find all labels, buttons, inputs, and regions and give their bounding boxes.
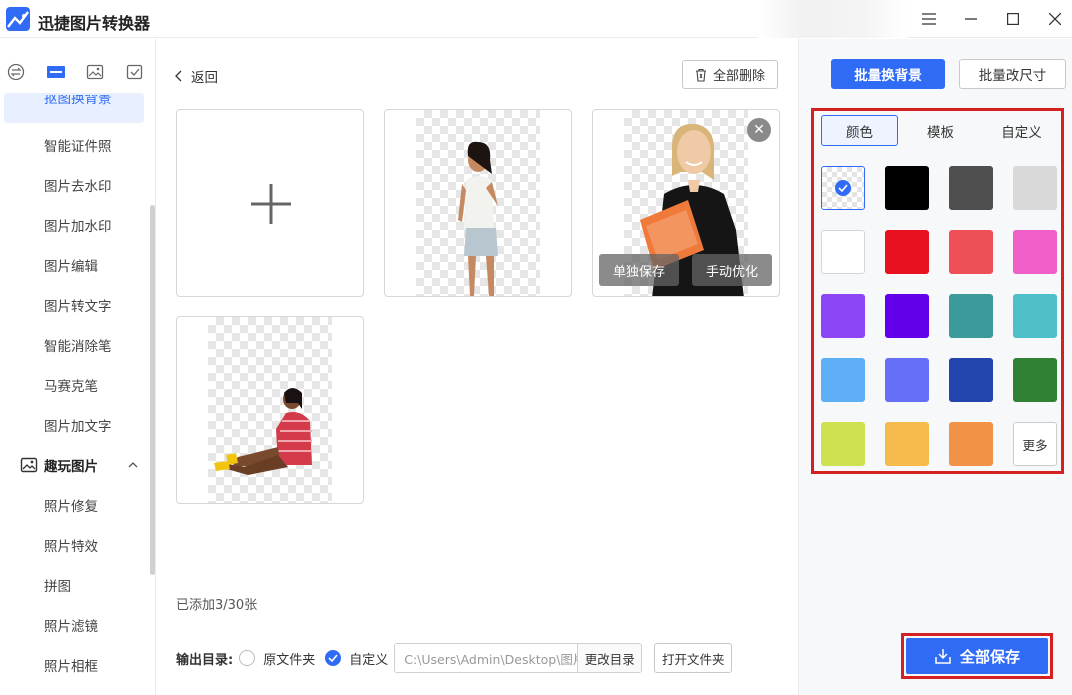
tab-template[interactable]: 模板 bbox=[902, 115, 979, 146]
manual-optimize-button[interactable]: 手动优化 bbox=[692, 254, 772, 286]
swatch-white[interactable] bbox=[821, 230, 865, 274]
swatch-sky-blue[interactable] bbox=[821, 358, 865, 402]
image-card-selected[interactable]: ✕ 单独保存 手动优化 bbox=[592, 109, 780, 297]
image-count: 已添加3/30张 bbox=[176, 598, 258, 613]
radio-original-folder[interactable] bbox=[239, 650, 256, 666]
sidebar-item-photo-repair[interactable]: 照片修复 bbox=[44, 495, 98, 515]
add-image-card[interactable] bbox=[176, 109, 364, 297]
selected-check-icon bbox=[835, 180, 851, 196]
swatch-violet[interactable] bbox=[885, 294, 929, 338]
sidebar-item-bg-change[interactable]: 抠图换背景 bbox=[44, 95, 112, 107]
batch-background-button[interactable]: 批量换背景 bbox=[831, 59, 945, 89]
swatch-navy[interactable] bbox=[949, 358, 993, 402]
swatch-red[interactable] bbox=[885, 230, 929, 274]
sidebar-item-filters[interactable]: 照片滤镜 bbox=[44, 615, 98, 635]
woman-standing-image bbox=[458, 141, 498, 296]
chevron-left-icon bbox=[175, 70, 182, 82]
custom-folder-label: 自定义 bbox=[349, 652, 389, 668]
right-panel: 批量换背景 批量改尺寸 颜色 模板 自定义 更多 全部保存 bbox=[798, 39, 1072, 695]
swatch-lime[interactable] bbox=[821, 422, 865, 466]
swatch-teal[interactable] bbox=[949, 294, 993, 338]
check-square-icon[interactable] bbox=[124, 61, 146, 83]
change-directory-button[interactable]: 更改目录 bbox=[577, 644, 642, 672]
save-all-highlight: 全部保存 bbox=[901, 633, 1053, 679]
menu-icon[interactable] bbox=[914, 4, 944, 34]
batch-resize-button[interactable]: 批量改尺寸 bbox=[959, 59, 1066, 89]
sidebar-scrollbar[interactable] bbox=[150, 205, 155, 575]
image-card[interactable] bbox=[176, 316, 364, 504]
sidebar-item-add-text[interactable]: 图片加文字 bbox=[44, 415, 112, 435]
app-title: 迅捷图片转换器 bbox=[38, 14, 151, 33]
radio-custom-folder[interactable] bbox=[325, 650, 342, 666]
output-path-input[interactable] bbox=[395, 644, 578, 672]
user-area bbox=[758, 0, 908, 38]
tab-custom[interactable]: 自定义 bbox=[983, 115, 1060, 146]
swatch-transparent[interactable] bbox=[821, 166, 865, 210]
tab-color[interactable]: 颜色 bbox=[821, 115, 898, 146]
image-card[interactable] bbox=[384, 109, 572, 297]
open-folder-button[interactable]: 打开文件夹 bbox=[654, 643, 733, 673]
delete-all-label: 全部删除 bbox=[712, 69, 765, 84]
sidebar-item-remove-watermark[interactable]: 图片去水印 bbox=[44, 175, 112, 195]
sidebar-item-eraser[interactable]: 智能消除笔 bbox=[44, 335, 112, 355]
background-color-panel: 颜色 模板 自定义 更多 bbox=[811, 108, 1064, 474]
app-logo-icon bbox=[6, 7, 30, 31]
sidebar-item-image-to-text[interactable]: 图片转文字 bbox=[44, 295, 112, 315]
swatch-periwinkle[interactable] bbox=[885, 358, 929, 402]
swatch-coral[interactable] bbox=[949, 230, 993, 274]
output-label: 输出目录: bbox=[176, 652, 234, 668]
sidebar-item-mosaic[interactable]: 马赛克笔 bbox=[44, 375, 98, 395]
remove-image-icon[interactable]: ✕ bbox=[747, 118, 771, 142]
check-icon bbox=[328, 654, 338, 662]
save-single-button[interactable]: 单独保存 bbox=[599, 254, 679, 286]
woman-sitting-image bbox=[214, 388, 312, 475]
swatch-pink[interactable] bbox=[1013, 230, 1057, 274]
chevron-up-icon bbox=[128, 462, 138, 468]
maximize-icon[interactable] bbox=[998, 4, 1028, 34]
original-folder-label: 原文件夹 bbox=[263, 652, 316, 668]
output-directory-row: 输出目录: 原文件夹 自定义 更改目录 打开文件夹 bbox=[176, 643, 816, 673]
minimize-icon[interactable] bbox=[956, 4, 986, 34]
output-path-box: 更改目录 bbox=[394, 643, 643, 673]
main-area: 返回 全部删除 ✕ 单独保存 手动优化 已添加3/30张 输出目录: 原文件夹 … bbox=[157, 39, 798, 695]
swatch-purple[interactable] bbox=[821, 294, 865, 338]
sidebar-item-image-edit[interactable]: 图片编辑 bbox=[44, 255, 98, 275]
save-all-button[interactable]: 全部保存 bbox=[906, 638, 1048, 674]
trash-icon bbox=[695, 68, 706, 82]
app-window: 迅捷图片转换器 抠图换背景 智能证件照 图片去水印 图片加水印 图片编辑 图片转… bbox=[0, 0, 1072, 695]
save-all-label: 全部保存 bbox=[959, 647, 1020, 666]
close-icon[interactable] bbox=[1040, 4, 1070, 34]
sidebar-tabs bbox=[0, 39, 156, 101]
edit-tools-icon[interactable] bbox=[45, 61, 67, 83]
sidebar-item-photo-effects[interactable]: 照片特效 bbox=[44, 535, 98, 555]
swatch-black[interactable] bbox=[885, 166, 929, 210]
swatch-dark-gray[interactable] bbox=[949, 166, 993, 210]
sidebar-section-label: 趣玩图片 bbox=[44, 459, 98, 475]
plus-icon bbox=[251, 184, 291, 224]
back-label: 返回 bbox=[191, 70, 218, 86]
sidebar-section-fun[interactable]: 趣玩图片 bbox=[20, 455, 138, 475]
swatch-green[interactable] bbox=[1013, 358, 1057, 402]
convert-icon[interactable] bbox=[5, 61, 27, 83]
back-button[interactable]: 返回 bbox=[175, 66, 218, 86]
download-icon bbox=[935, 649, 951, 664]
image-icon[interactable] bbox=[84, 61, 106, 83]
swatch-yellow-orange[interactable] bbox=[885, 422, 929, 466]
swatch-cyan[interactable] bbox=[1013, 294, 1057, 338]
delete-all-button[interactable]: 全部删除 bbox=[682, 60, 778, 89]
fun-image-icon bbox=[20, 457, 38, 473]
sidebar-item-frames[interactable]: 照片相框 bbox=[44, 655, 98, 675]
title-bar: 迅捷图片转换器 bbox=[0, 0, 1072, 38]
swatch-light-gray[interactable] bbox=[1013, 166, 1057, 210]
sidebar-item-id-photo[interactable]: 智能证件照 bbox=[44, 135, 112, 155]
swatch-orange[interactable] bbox=[949, 422, 993, 466]
sidebar-item-add-watermark[interactable]: 图片加水印 bbox=[44, 215, 112, 235]
sidebar: 抠图换背景 智能证件照 图片去水印 图片加水印 图片编辑 图片转文字 智能消除笔… bbox=[0, 39, 156, 695]
sidebar-item-collage[interactable]: 拼图 bbox=[44, 575, 71, 595]
more-colors-button[interactable]: 更多 bbox=[1013, 422, 1057, 466]
